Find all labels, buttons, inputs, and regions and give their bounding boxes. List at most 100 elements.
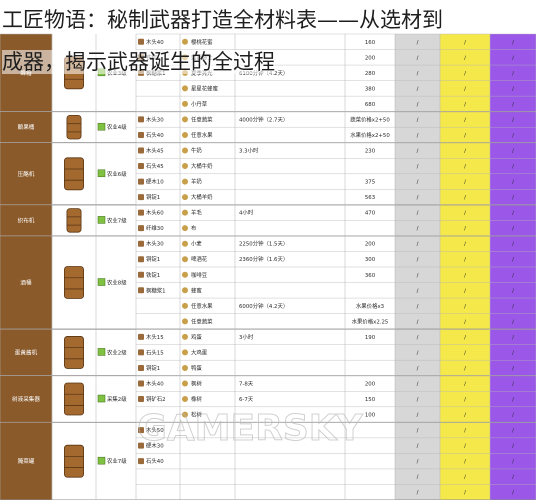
slash-cell: / bbox=[417, 335, 419, 341]
slash-cell: / bbox=[512, 180, 514, 186]
material-icon bbox=[138, 178, 144, 185]
slash-cell: / bbox=[417, 475, 419, 481]
slash-cell: / bbox=[512, 86, 514, 92]
material-icon bbox=[138, 256, 144, 263]
material-icon bbox=[138, 116, 144, 123]
slash-cell: / bbox=[512, 335, 514, 341]
material-text: 纤维30 bbox=[146, 224, 164, 232]
material-text: 石头40 bbox=[146, 457, 164, 465]
product-text: 鸭蛋 bbox=[191, 364, 202, 372]
sell-price: 水果价格x3 bbox=[356, 302, 384, 310]
slash-cell: / bbox=[417, 257, 419, 263]
slash-cell: / bbox=[512, 195, 514, 201]
slash-cell: / bbox=[464, 382, 466, 388]
material-text: 木头30 bbox=[146, 240, 164, 248]
slash-cell: / bbox=[417, 180, 419, 186]
machine-icon bbox=[64, 444, 85, 478]
slash-cell: / bbox=[417, 195, 419, 201]
time-text: 2250分钟（1.5天） bbox=[239, 240, 288, 248]
material-text: 石头15 bbox=[146, 348, 164, 356]
product-text: 牛奶 bbox=[191, 147, 202, 155]
material-text: 枫糖浆1 bbox=[146, 286, 166, 294]
section-name: 蛋黄酱机 bbox=[15, 348, 38, 356]
slash-cell: / bbox=[512, 428, 514, 434]
slash-cell: / bbox=[464, 428, 466, 434]
product-text: 啤酒花 bbox=[191, 255, 208, 263]
slash-cell: / bbox=[417, 55, 419, 61]
slash-cell: / bbox=[512, 211, 514, 217]
material-icon bbox=[138, 380, 144, 387]
slash-cell: / bbox=[464, 226, 466, 232]
slash-cell: / bbox=[512, 366, 514, 372]
unlock-level: 农业7级 bbox=[107, 216, 127, 224]
product-icon bbox=[182, 194, 188, 201]
slash-cell: / bbox=[464, 397, 466, 403]
unlock-level: 采集2级 bbox=[107, 395, 127, 403]
product-icon bbox=[182, 178, 188, 185]
slash-cell: / bbox=[512, 133, 514, 139]
material-table: 蜂箱农业3级木头40樱桃花蜜160///铁锭1蓝调爵士200///枫糖浆1夏季亮… bbox=[0, 33, 536, 501]
product-text: 任意蔬菜 bbox=[191, 115, 213, 123]
watermark-text: GAMERSKY bbox=[137, 408, 363, 449]
material-text: 铜锭1 bbox=[146, 364, 160, 372]
spreadsheet-image: 蜂箱农业3级木头40樱桃花蜜160///铁锭1蓝调爵士200///枫糖浆1夏季亮… bbox=[0, 0, 536, 501]
material-icon bbox=[138, 271, 144, 278]
time-text: 6-7天 bbox=[239, 396, 254, 403]
material-icon bbox=[138, 194, 144, 201]
slash-cell: / bbox=[512, 319, 514, 325]
page-title-line-2: 成器，揭示武器诞生的全过程 bbox=[2, 50, 275, 74]
time-text: 3小时 bbox=[239, 333, 254, 341]
time-text: 7-8天 bbox=[239, 381, 254, 388]
slash-cell: / bbox=[512, 149, 514, 155]
product-text: 樱桃花蜜 bbox=[191, 38, 213, 46]
sell-price: 230 bbox=[365, 149, 376, 155]
slash-cell: / bbox=[512, 397, 514, 403]
material-text: 木头60 bbox=[146, 209, 164, 217]
material-icon bbox=[138, 396, 144, 403]
slash-cell: / bbox=[464, 257, 466, 263]
unlock-level: 农业8级 bbox=[107, 279, 127, 287]
material-text: 铁锭1 bbox=[146, 271, 160, 279]
sell-price: 680 bbox=[365, 102, 376, 108]
time-text: 2360分钟（1.6天） bbox=[239, 255, 288, 263]
product-icon bbox=[182, 364, 188, 371]
product-icon bbox=[182, 100, 188, 107]
product-icon bbox=[182, 85, 188, 92]
skill-icon bbox=[97, 456, 106, 465]
slash-cell: / bbox=[512, 242, 514, 248]
skill-icon bbox=[97, 278, 106, 286]
material-text: 铜矿石2 bbox=[146, 395, 166, 403]
product-text: 大鸡蛋 bbox=[191, 348, 208, 356]
slash-cell: / bbox=[464, 86, 466, 92]
slash-cell: / bbox=[464, 475, 466, 481]
slash-cell: / bbox=[512, 257, 514, 263]
sell-price: 200 bbox=[365, 242, 376, 248]
product-text: 布 bbox=[191, 224, 197, 232]
sell-price: 375 bbox=[365, 180, 375, 186]
sell-price: 380 bbox=[365, 86, 376, 92]
slash-cell: / bbox=[512, 55, 514, 61]
product-icon bbox=[182, 302, 188, 309]
product-text: 星星花蜂蜜 bbox=[191, 84, 219, 92]
material-icon bbox=[138, 364, 144, 371]
slash-cell: / bbox=[417, 117, 419, 123]
slash-cell: / bbox=[464, 366, 466, 372]
slash-cell: / bbox=[417, 164, 419, 170]
material-icon bbox=[138, 225, 144, 232]
material-text: 木头15 bbox=[146, 333, 164, 341]
slash-cell: / bbox=[417, 444, 419, 450]
product-icon bbox=[182, 209, 188, 216]
material-icon bbox=[138, 163, 144, 170]
section-name: 树液采集器 bbox=[12, 395, 40, 403]
slash-cell: / bbox=[417, 319, 419, 325]
material-icon bbox=[138, 38, 144, 45]
material-icon bbox=[138, 287, 144, 294]
product-icon bbox=[182, 349, 188, 356]
material-icon bbox=[138, 209, 144, 216]
slash-cell: / bbox=[464, 288, 466, 294]
material-icon bbox=[138, 240, 144, 247]
slash-cell: / bbox=[512, 444, 514, 450]
time-text: 3.3小时 bbox=[239, 147, 259, 155]
section-name: 酿果桶 bbox=[18, 123, 35, 131]
slash-cell: / bbox=[464, 273, 466, 279]
